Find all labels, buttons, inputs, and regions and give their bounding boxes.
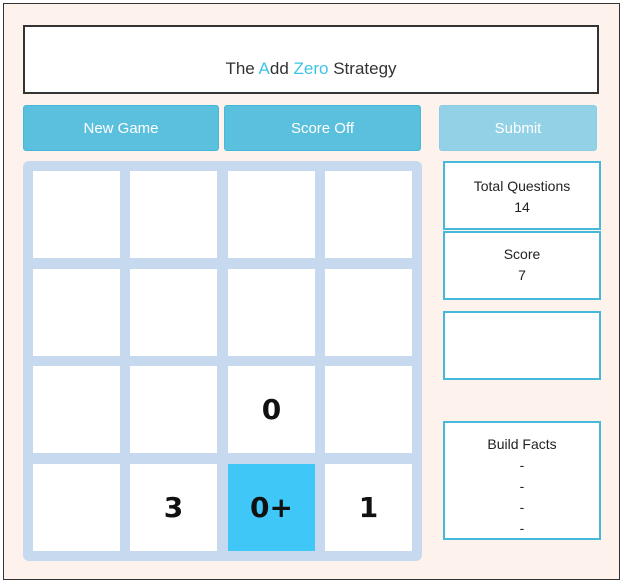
submit-button[interactable]: Submit (439, 105, 597, 151)
board-tile[interactable] (228, 171, 315, 258)
board-tile[interactable] (130, 171, 217, 258)
board-tile[interactable] (130, 269, 217, 356)
title-accent-a: A (258, 59, 270, 78)
board-tile[interactable]: 1 (325, 464, 412, 551)
total-questions-value: 14 (514, 199, 530, 215)
score-toggle-button[interactable]: Score Off (224, 105, 421, 151)
board-tile[interactable] (33, 366, 120, 453)
board-tile[interactable] (325, 269, 412, 356)
game-board: 0 3 0+ 1 (23, 161, 422, 561)
total-questions-label: Total Questions (473, 178, 571, 194)
board-tile[interactable] (228, 269, 315, 356)
title-suffix: Strategy (328, 59, 397, 78)
board-tile[interactable] (325, 171, 412, 258)
title-prefix: The (225, 59, 259, 78)
build-facts-label: Build Facts (487, 436, 557, 452)
feedback-panel (443, 311, 601, 380)
total-questions-panel: Total Questions 14 (443, 161, 601, 230)
build-fact-item: - (519, 457, 525, 473)
build-facts-panel: Build Facts - - - - (443, 421, 601, 540)
board-tile[interactable]: 3 (130, 464, 217, 551)
board-tile[interactable] (130, 366, 217, 453)
build-fact-item: - (519, 520, 525, 536)
score-label: Score (503, 246, 541, 262)
board-tile[interactable] (33, 171, 120, 258)
build-fact-item: - (519, 478, 525, 494)
title-accent-zero: Zero (293, 59, 329, 78)
board-tile[interactable] (33, 269, 120, 356)
board-tile-active[interactable]: 0+ (228, 464, 315, 551)
build-fact-item: - (519, 499, 525, 515)
score-panel: Score 7 (443, 231, 601, 300)
page-title: The Add Zero Strategy (25, 59, 597, 79)
new-game-button[interactable]: New Game (23, 105, 219, 151)
title-banner: The Add Zero Strategy (23, 25, 599, 94)
board-tile[interactable] (325, 366, 412, 453)
score-value: 7 (518, 267, 526, 283)
board-tile[interactable] (33, 464, 120, 551)
board-tile[interactable]: 0 (228, 366, 315, 453)
title-mid: dd (269, 59, 294, 78)
